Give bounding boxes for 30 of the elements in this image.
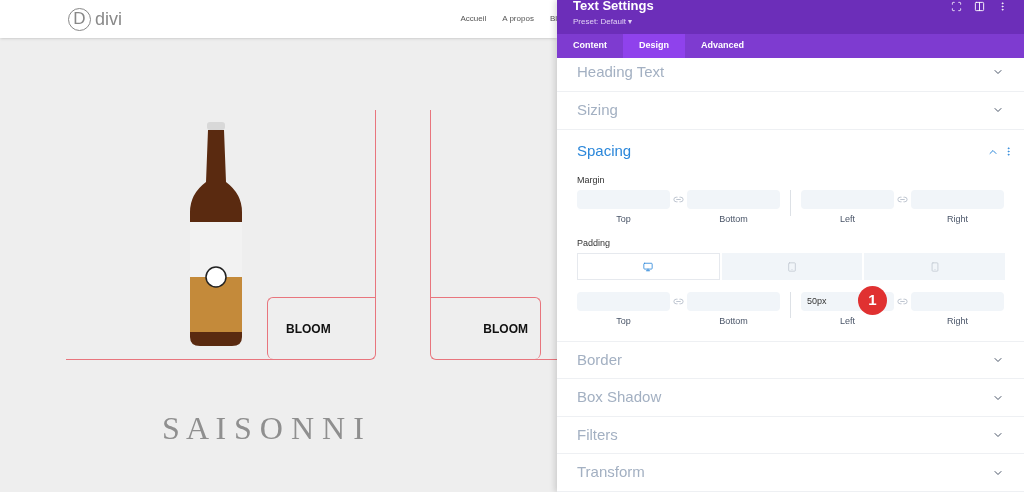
nav-link[interactable]: Accueil [460, 13, 487, 25]
panel-title: Text Settings [573, 0, 654, 15]
step-number-tooltip: 1 [858, 286, 887, 316]
label-card: BLOOM [431, 297, 541, 359]
phone-icon [929, 261, 940, 272]
preset-dropdown[interactable]: Preset: Default ▾ [573, 15, 654, 28]
field-caption: Top [616, 213, 631, 227]
panel-tab[interactable]: Design [623, 34, 685, 58]
device-tab[interactable] [864, 253, 1005, 281]
group-label: Margin [577, 173, 606, 187]
group-label: Padding [577, 236, 612, 250]
field-caption: Right [947, 315, 968, 329]
desktop-icon [643, 261, 654, 272]
field-caption: Left [840, 315, 855, 329]
device-tab[interactable] [721, 253, 863, 281]
focus-icon[interactable] [951, 1, 962, 12]
logo-text: divi [95, 7, 122, 31]
field-caption: Left [840, 213, 855, 227]
field-caption: Top [616, 315, 631, 329]
field-caption: Bottom [719, 213, 748, 227]
tablet-icon [787, 261, 797, 272]
headline: S A I S O N N I [162, 409, 365, 448]
field-caption: Bottom [719, 315, 748, 329]
device-tab[interactable] [577, 253, 720, 281]
label-card: BLOOM [267, 297, 375, 359]
nav-link[interactable]: Bl [549, 13, 557, 25]
split-view-icon[interactable] [974, 1, 985, 12]
section-header[interactable]: Spacing [577, 140, 632, 163]
nav-link[interactable]: A propos [502, 13, 534, 25]
field-caption: Right [947, 213, 968, 227]
